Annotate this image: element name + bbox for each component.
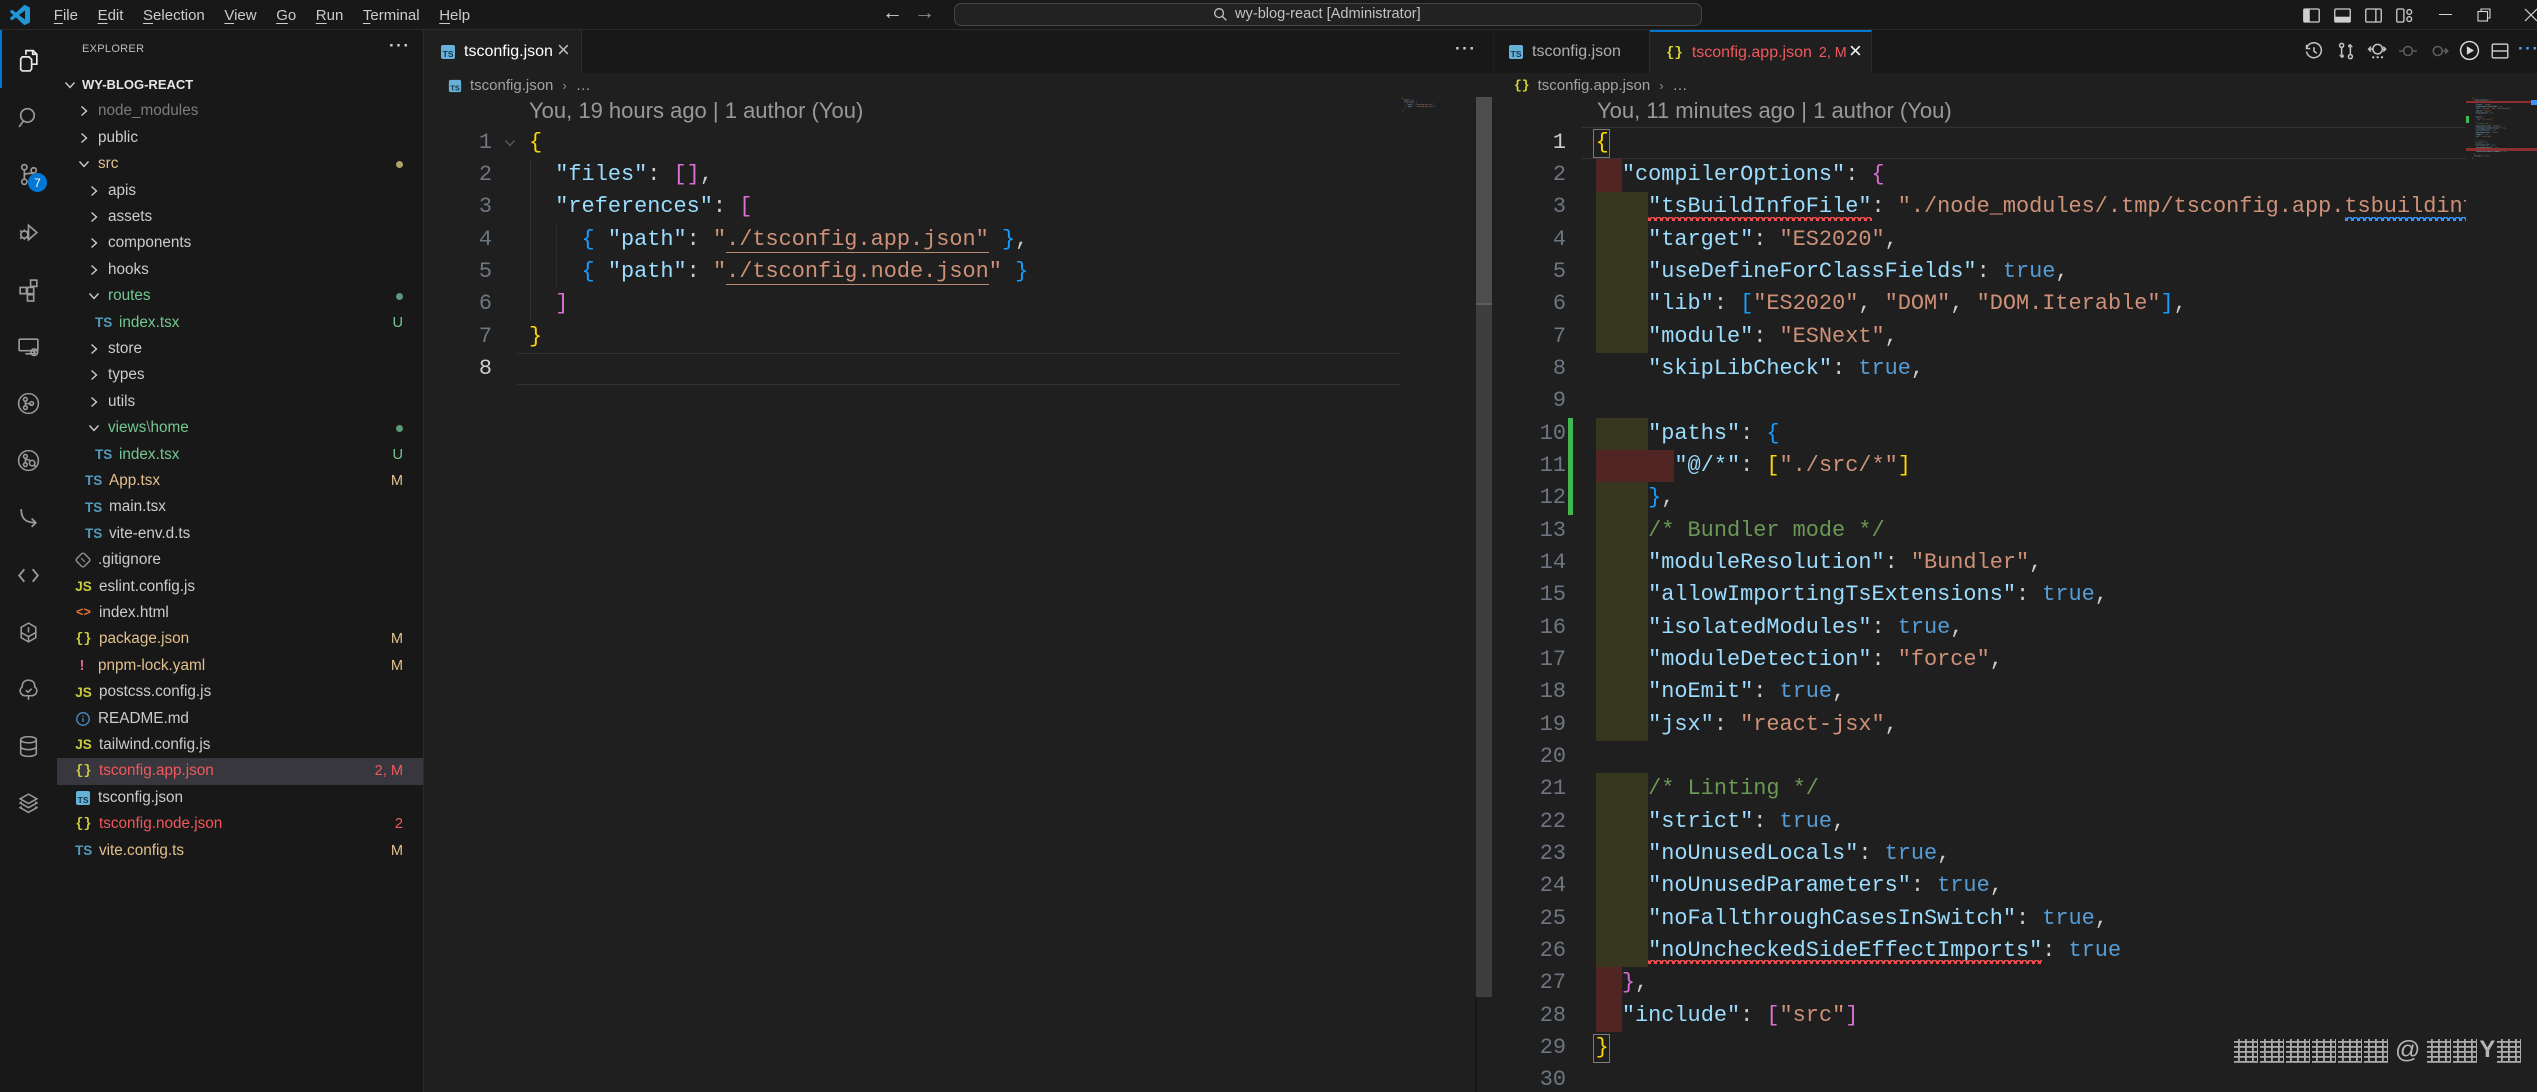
svg-text:TS: TS bbox=[443, 49, 454, 59]
svg-text:TS: TS bbox=[78, 795, 89, 805]
svg-text:TS: TS bbox=[450, 83, 460, 92]
svg-text:TS: TS bbox=[1511, 49, 1522, 59]
